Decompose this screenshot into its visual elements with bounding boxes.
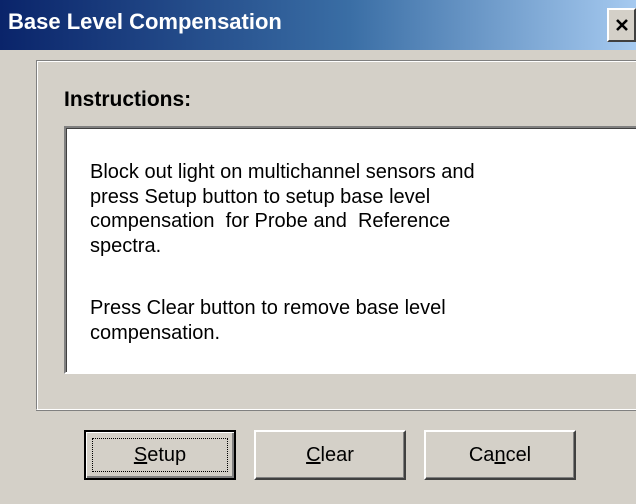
clear-button-label: Clear — [306, 443, 354, 466]
instructions-paragraph-1: Block out light on multichannel sensors … — [90, 160, 475, 258]
instructions-label: Instructions: — [64, 88, 192, 111]
instruction-line: compensation. — [90, 321, 221, 344]
instructions-paragraph-2: Press Clear button to remove base level … — [90, 296, 446, 345]
window-title: Base Level Compensation — [8, 9, 282, 34]
dialog-window: Base Level Compensation Instructions: Bl… — [0, 0, 636, 504]
instruction-line: press Setup button to setup base level — [90, 185, 431, 208]
instruction-line: spectra. — [90, 234, 162, 257]
close-icon — [615, 19, 628, 31]
clear-button[interactable]: Clear — [254, 430, 406, 480]
setup-button-label: Setup — [133, 443, 187, 466]
instruction-line: compensation for Probe and Reference — [90, 210, 451, 232]
instruction-line: Press Clear button to remove base level — [90, 297, 446, 319]
title-bar[interactable]: Base Level Compensation — [0, 0, 636, 50]
close-button[interactable] — [607, 8, 636, 42]
instruction-line: Block out light on multichannel sensors … — [90, 161, 475, 183]
cancel-button[interactable]: Cancel — [424, 430, 576, 480]
cancel-button-label: Cancel — [468, 443, 532, 466]
setup-button[interactable]: Setup — [84, 430, 236, 480]
